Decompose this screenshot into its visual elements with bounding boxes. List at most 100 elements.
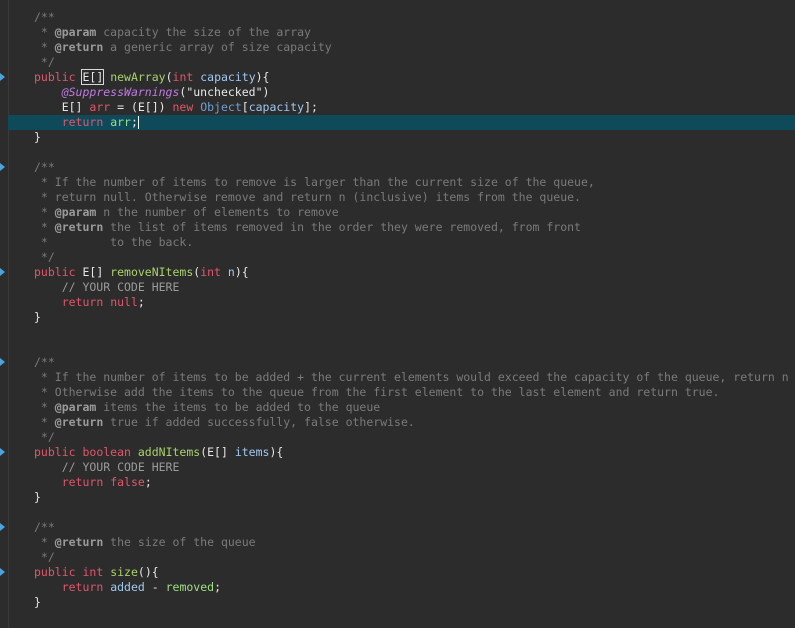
code-line[interactable]: public E[] newArray(int capacity){ <box>0 69 795 85</box>
code-line[interactable]: public boolean addNItems(E[] items){ <box>0 445 795 460</box>
code-token: int <box>172 70 194 84</box>
code-token: return <box>61 115 104 129</box>
code-token: * return null. Otherwise remove and retu… <box>34 190 581 204</box>
code-token: } <box>34 130 41 144</box>
code-line[interactable] <box>0 145 795 160</box>
code-token: the size of the queue <box>103 535 256 549</box>
code-line[interactable]: * @return true if added successfully, fa… <box>0 415 795 430</box>
code-token: ; <box>137 295 145 309</box>
code-token: [ <box>241 100 249 114</box>
code-line[interactable]: * @return a generic array of size capaci… <box>0 40 795 55</box>
code-line[interactable]: E[] arr = (E[]) new Object[capacity]; <box>0 100 795 115</box>
code-token: @return <box>54 535 104 549</box>
code-line[interactable]: */ <box>0 550 795 565</box>
code-line[interactable]: /** <box>0 160 795 175</box>
code-token: return <box>61 475 104 489</box>
code-token: * <box>34 220 55 234</box>
code-token: * If the number of items to remove is la… <box>34 175 595 189</box>
code-line[interactable]: } <box>0 490 795 505</box>
code-line[interactable]: return added - removed; <box>0 580 795 595</box>
code-token: size <box>110 565 138 579</box>
code-token: * <box>34 25 55 39</box>
code-token: return <box>61 580 104 594</box>
code-token: public <box>34 265 83 279</box>
code-token: } <box>34 490 41 504</box>
code-token: /** <box>34 520 55 534</box>
code-line[interactable]: @SuppressWarnings("unchecked") <box>0 85 795 100</box>
code-line[interactable]: */ <box>0 250 795 265</box>
code-line[interactable]: */ <box>0 55 795 70</box>
code-token: addNItems <box>137 445 201 459</box>
code-token: E[] <box>82 265 111 279</box>
code-token: new <box>172 100 194 114</box>
code-token: items <box>234 445 270 459</box>
code-token: ; <box>130 115 138 129</box>
code-line-current[interactable]: return arr; <box>8 115 795 130</box>
code-editor[interactable]: /** * @param capacity the size of the ar… <box>0 0 795 628</box>
code-line[interactable]: return null; <box>0 295 795 310</box>
code-token: * <box>34 535 55 549</box>
code-token: ( <box>165 70 173 84</box>
code-token: the list of items removed in the order t… <box>103 220 581 234</box>
code-line[interactable] <box>0 340 795 355</box>
code-token: ]; <box>304 100 318 114</box>
code-token: * If the number of items to be added + t… <box>34 370 789 384</box>
code-token: */ <box>34 250 55 264</box>
code-token: return <box>61 295 104 309</box>
code-line[interactable]: return false; <box>0 475 795 490</box>
code-token: capacity <box>248 100 305 114</box>
code-token: @return <box>54 40 104 54</box>
code-line[interactable]: * @return the size of the queue <box>0 535 795 550</box>
code-line[interactable]: /** <box>0 355 795 370</box>
code-line[interactable]: /** <box>0 520 795 535</box>
code-line[interactable]: * @return the list of items removed in t… <box>0 220 795 235</box>
code-token: n the number of elements to remove <box>96 205 339 219</box>
code-token: public <box>34 70 83 84</box>
code-token: items the items to be added to the queue <box>96 400 381 414</box>
code-token: @return <box>54 220 104 234</box>
code-token: (){ <box>137 565 159 579</box>
code-line[interactable]: // YOUR CODE HERE <box>0 280 795 295</box>
code-line[interactable]: * @param n the number of elements to rem… <box>0 205 795 220</box>
code-token: removed <box>165 580 215 594</box>
code-line[interactable]: * If the number of items to be added + t… <box>0 370 795 385</box>
code-line[interactable]: public int size(){ <box>0 565 795 580</box>
code-token: * Otherwise add the items to the queue f… <box>34 385 720 399</box>
code-line[interactable]: } <box>0 310 795 325</box>
code-token: ){ <box>269 445 284 459</box>
code-token: * <box>34 205 55 219</box>
code-token: removeNItems <box>110 265 194 279</box>
code-line[interactable]: * If the number of items to remove is la… <box>0 175 795 190</box>
code-token: @SuppressWarnings <box>61 85 180 99</box>
code-token: E[] <box>34 100 90 114</box>
code-token: @param <box>54 25 97 39</box>
code-lines: /** * @param capacity the size of the ar… <box>0 10 795 610</box>
code-token: = (E[]) <box>110 100 173 114</box>
code-token: newArray <box>110 70 166 84</box>
code-line[interactable]: } <box>0 595 795 610</box>
code-line[interactable]: */ <box>0 430 795 445</box>
code-line[interactable]: * return null. Otherwise remove and retu… <box>0 190 795 205</box>
code-token: ){ <box>234 265 249 279</box>
code-line[interactable]: * to the back. <box>0 235 795 250</box>
code-line[interactable]: * @param capacity the size of the array <box>0 25 795 40</box>
code-line[interactable] <box>0 325 795 340</box>
code-token: * <box>34 400 55 414</box>
code-line[interactable]: } <box>0 130 795 145</box>
code-line[interactable]: /** <box>0 10 795 25</box>
code-token: */ <box>34 550 55 564</box>
code-token: public <box>34 565 83 579</box>
code-token: ("unchecked") <box>179 85 270 99</box>
code-line[interactable]: public E[] removeNItems(int n){ <box>0 265 795 280</box>
code-token: // YOUR CODE HERE <box>34 460 180 474</box>
code-line[interactable]: * Otherwise add the items to the queue f… <box>0 385 795 400</box>
code-line[interactable] <box>0 505 795 520</box>
code-token: ; <box>144 475 152 489</box>
code-line[interactable]: // YOUR CODE HERE <box>0 460 795 475</box>
code-line[interactable]: * @param items the items to be added to … <box>0 400 795 415</box>
